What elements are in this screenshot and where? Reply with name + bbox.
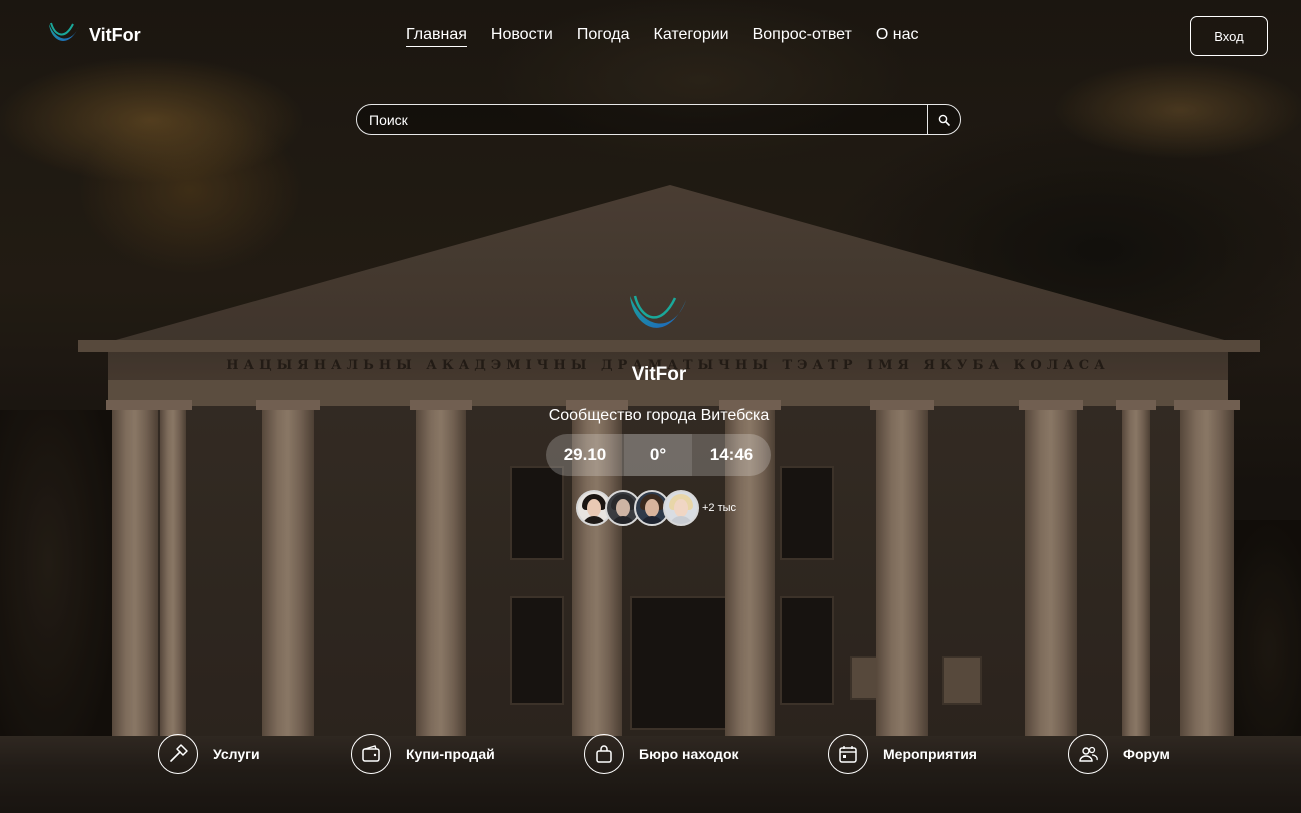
calendar-icon (839, 746, 857, 763)
search-input[interactable] (357, 105, 927, 134)
category-events[interactable]: Мероприятия (828, 734, 977, 774)
hero-subtitle: Сообщество города Витебска (548, 407, 770, 424)
login-button[interactable]: Вход (1190, 16, 1268, 56)
nav-item-news[interactable]: Новости (491, 26, 553, 47)
search-bar (356, 104, 961, 135)
nav-item-weather[interactable]: Погода (577, 26, 630, 47)
date-weather-time-widget: 29.10 0° 14:46 (546, 434, 771, 476)
category-label: Купи-продай (406, 746, 495, 762)
category-lost-found[interactable]: Бюро находок (584, 734, 739, 774)
category-label: Мероприятия (883, 746, 977, 762)
category-forum[interactable]: Форум (1068, 734, 1170, 774)
brand-name: VitFor (89, 24, 141, 45)
search-icon (938, 114, 950, 126)
hammer-icon (170, 744, 188, 762)
members-count: +2 тыс (702, 502, 737, 514)
main-nav: Главная Новости Погода Категории Вопрос-… (406, 26, 918, 47)
nav-item-faq[interactable]: Вопрос-ответ (753, 26, 852, 47)
search-button[interactable] (927, 105, 960, 134)
avatar (663, 490, 699, 526)
bag-icon (596, 745, 612, 763)
nav-item-home[interactable]: Главная (406, 26, 467, 47)
category-buy-sell[interactable]: Купи-продай (351, 734, 495, 774)
category-label: Бюро находок (639, 746, 739, 762)
brand-home-link[interactable]: VitFor (47, 20, 141, 50)
current-temperature: 0° (624, 434, 692, 476)
users-icon (1079, 746, 1098, 762)
wallet-icon (362, 745, 380, 762)
vitfor-logo-icon (49, 22, 79, 41)
category-label: Услуги (213, 746, 260, 762)
category-services[interactable]: Услуги (158, 734, 260, 774)
vitfor-logo-large-icon (630, 295, 686, 328)
current-date: 29.10 (563, 445, 607, 464)
community-members[interactable]: +2 тыс (576, 490, 736, 526)
site-header: VitFor Главная Новости Погода Категории … (0, 0, 1301, 72)
category-label: Форум (1123, 746, 1170, 762)
nav-item-categories[interactable]: Категории (654, 26, 729, 47)
hero-title: VitFor (631, 364, 687, 385)
current-time: 14:46 (709, 445, 754, 464)
nav-item-about[interactable]: О нас (876, 26, 919, 47)
